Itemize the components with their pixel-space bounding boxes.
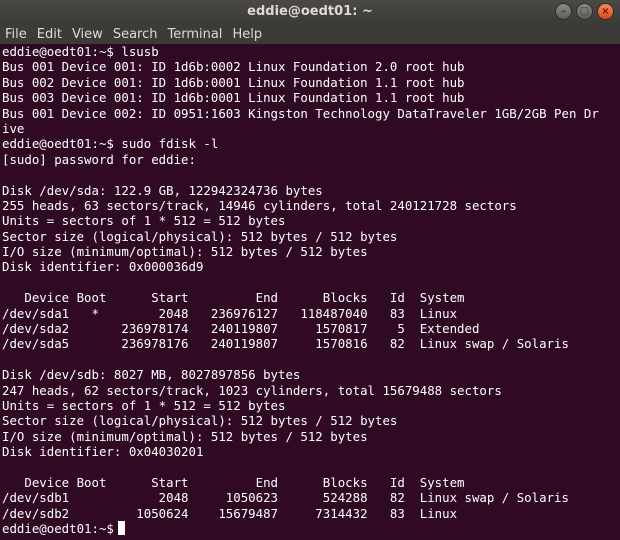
text-cursor <box>117 521 125 536</box>
terminal-line: Bus 003 Device 001: ID 1d6b:0001 Linux F… <box>2 90 465 106</box>
terminal-line: /dev/sda5 236978176 240119807 1570816 82… <box>2 336 569 352</box>
terminal-line: Sector size (logical/physical): 512 byte… <box>2 228 398 244</box>
terminal-line: Disk /dev/sdb: 8027 MB, 8027897856 bytes <box>2 367 301 383</box>
terminal-line: Device Boot Start End Blocks Id System <box>2 290 465 306</box>
menu-file[interactable]: File <box>0 27 32 42</box>
terminal-line: Disk identifier: 0x000036d9 <box>2 259 204 275</box>
minimize-button[interactable]: – <box>555 3 572 20</box>
terminal-line: Units = sectors of 1 * 512 = 512 bytes <box>2 213 286 229</box>
menu-search[interactable]: Search <box>108 27 163 42</box>
terminal-line: Units = sectors of 1 * 512 = 512 bytes <box>2 397 286 413</box>
terminal-line: eddie@oedt01:~$ sudo fdisk -l <box>2 136 219 152</box>
terminal-line: I/O size (minimum/optimal): 512 bytes / … <box>2 428 368 444</box>
terminal-line: /dev/sdb1 2048 1050623 524288 82 Linux s… <box>2 490 569 506</box>
terminal-line: I/O size (minimum/optimal): 512 bytes / … <box>2 244 368 260</box>
terminal-line: ive <box>2 120 25 136</box>
terminal-output[interactable]: eddie@oedt01:~$ lsusb Bus 001 Device 001… <box>0 44 620 540</box>
terminal-line: 255 heads, 63 sectors/track, 14946 cylin… <box>2 197 517 213</box>
title-bar[interactable]: eddie@oedt01: ~ – □ × <box>0 0 620 24</box>
prompt-line[interactable]: eddie@oedt01:~$ <box>2 521 618 536</box>
minimize-icon: – <box>561 5 566 17</box>
terminal-line: /dev/sdb2 1050624 15679487 7314432 83 Li… <box>2 505 458 521</box>
terminal-line: /dev/sda1 * 2048 236976127 118487040 83 … <box>2 305 458 321</box>
close-button[interactable]: × <box>597 3 614 20</box>
terminal-line: Disk /dev/sda: 122.9 GB, 122942324736 by… <box>2 182 323 198</box>
terminal-line: Sector size (logical/physical): 512 byte… <box>2 413 398 429</box>
terminal-line: Disk identifier: 0x04030201 <box>2 444 204 460</box>
terminal-line: /dev/sda2 236978174 240119807 1570817 5 … <box>2 321 480 337</box>
menu-view[interactable]: View <box>67 27 108 42</box>
terminal-line: Bus 001 Device 002: ID 0951:1603 Kingsto… <box>2 105 599 121</box>
menu-edit[interactable]: Edit <box>32 27 67 42</box>
terminal-line: eddie@oedt01:~$ lsusb <box>2 44 159 59</box>
maximize-icon: □ <box>579 5 590 17</box>
menu-terminal[interactable]: Terminal <box>162 27 227 42</box>
terminal-line: Device Boot Start End Blocks Id System <box>2 474 465 490</box>
terminal-line: 247 heads, 62 sectors/track, 1023 cylind… <box>2 382 502 398</box>
shell-prompt: eddie@oedt01:~$ <box>2 521 114 537</box>
maximize-button[interactable]: □ <box>576 3 593 20</box>
terminal-line: [sudo] password for eddie: <box>2 151 196 167</box>
window-title: eddie@oedt01: ~ <box>247 4 373 19</box>
menu-bar: File Edit View Search Terminal Help <box>0 24 620 44</box>
terminal-line: Bus 001 Device 001: ID 1d6b:0002 Linux F… <box>2 59 465 75</box>
menu-help[interactable]: Help <box>227 27 267 42</box>
close-icon: × <box>601 5 610 17</box>
terminal-line: Bus 002 Device 001: ID 1d6b:0001 Linux F… <box>2 74 465 90</box>
window-controls: – □ × <box>555 3 614 20</box>
terminal-window: eddie@oedt01: ~ – □ × File Edit View Sea… <box>0 0 620 540</box>
